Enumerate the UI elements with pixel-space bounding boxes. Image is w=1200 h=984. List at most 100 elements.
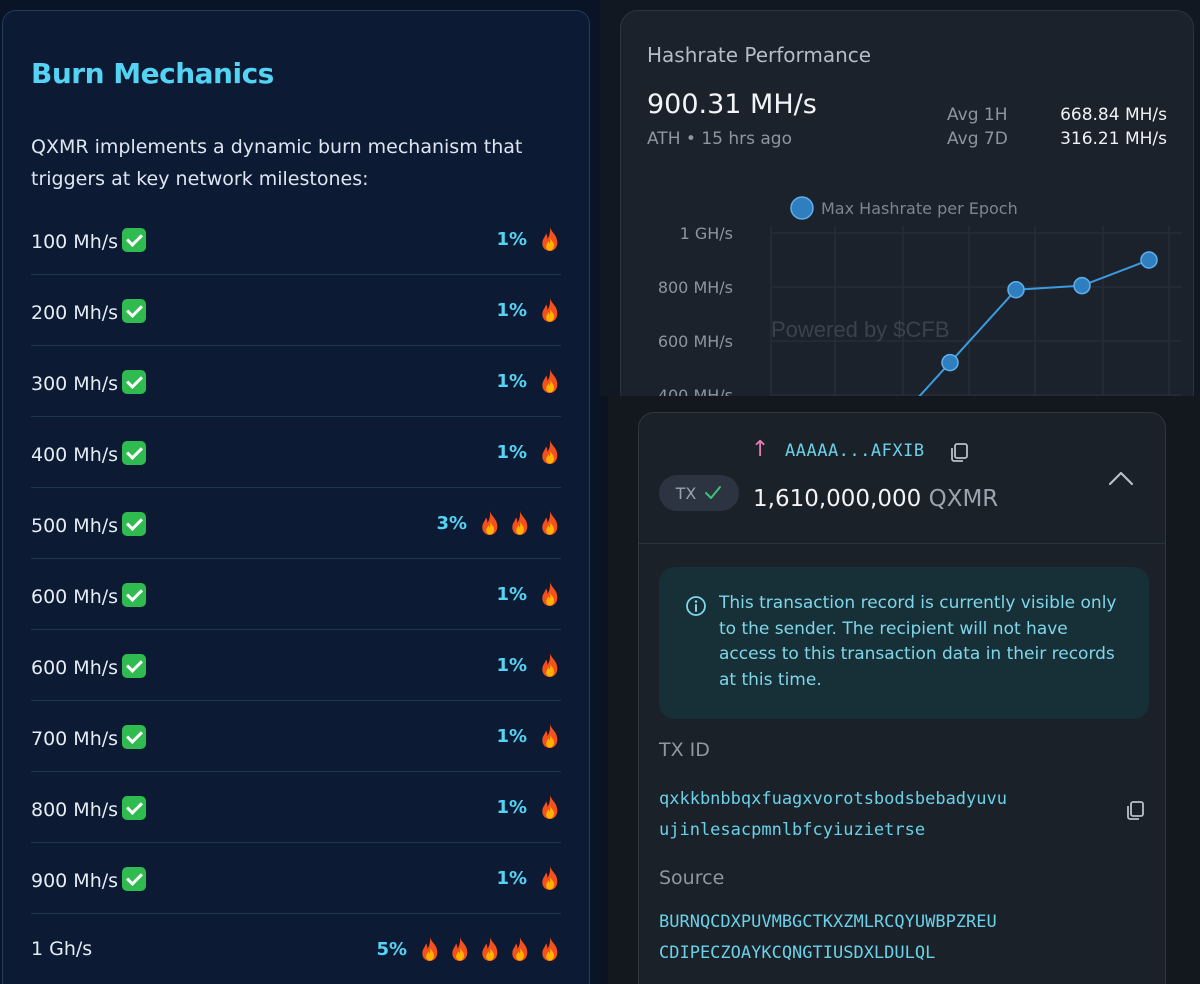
burn-percent: 1% [496,583,527,605]
fire-icon [449,936,471,962]
milestone-burn: 1% [496,226,561,252]
fire-icon [539,226,561,252]
burn-percent: 1% [496,370,527,392]
milestone-threshold: 1 Gh/s [31,938,93,960]
fire-icon [479,510,501,536]
milestone-threshold: 600 Mh/s [31,657,119,679]
fire-icon [539,723,561,749]
milestone-row: 600 Mh/s 1% [31,559,561,630]
burn-percent: 1% [496,654,527,676]
check-mark-icon [122,299,147,323]
fire-icon [539,439,561,465]
check-mark-icon [122,512,147,536]
check-mark-icon [122,583,147,607]
burn-panel: Burn Mechanics QXMR implements a dynamic… [0,0,600,984]
check-mark-icon [122,228,147,252]
fire-icon [509,510,531,536]
check-mark-icon [122,654,147,678]
milestone-threshold: 200 Mh/s [31,302,119,324]
milestone-row: 900 Mh/s 1% [31,843,561,914]
milestone-burn: 1% [496,794,561,820]
milestone-label: 800 Mh/s [31,796,147,821]
burn-percent: 3% [436,512,467,534]
milestone-burn: 1% [496,581,561,607]
milestone-label: 500 Mh/s [31,512,147,537]
burn-percent: 1% [496,299,527,321]
transaction-card[interactable]: TX ↑ AAAAA...AFXIB 1,610,000,000 QXMR Th… [638,412,1166,984]
milestone-threshold: 900 Mh/s [31,870,119,892]
fire-icon [539,794,561,820]
burn-percent: 1% [496,228,527,250]
milestone-row: 600 Mh/s 1% [31,630,561,701]
fire-icon [539,510,561,536]
milestone-row: 300 Mh/s 1% [31,346,561,417]
txid-line-1: qxkkbnbbqxfuagxvorotsbodsbebadyuvu [659,789,1007,809]
txid-line-2: ujinlesacpmnlbfcyiuzietrse [659,820,926,840]
fire-icon [479,936,501,962]
source-line-1: BURNQCDXPUVMBGCTKXZMLRCQYUWBPZREU [659,912,997,932]
fire-icon [539,297,561,323]
visibility-notice: This transaction record is currently vis… [659,567,1149,719]
check-icon [705,486,722,499]
data-point [1007,280,1025,299]
milestone-label: 300 Mh/s [31,370,147,395]
milestone-burn: 1% [496,297,561,323]
check-mark-icon [122,867,147,891]
burn-percent: 1% [496,867,527,889]
tx-amount-value: 1,610,000,000 [753,486,922,512]
fire-icon [539,865,561,891]
burn-description: QXMR implements a dynamic burn mechanism… [31,136,523,190]
tx-address[interactable]: AAAAA...AFXIB [785,441,925,461]
chevron-up-icon[interactable] [1107,469,1135,487]
milestone-label: 700 Mh/s [31,725,147,750]
data-point [1073,276,1091,295]
watermark: Powered by $CFB [771,317,950,342]
notice-text: This transaction record is currently vis… [719,593,1117,690]
tx-amount-unit: QXMR [928,486,999,512]
milestone-burn: 5% [376,936,561,962]
milestone-label: 600 Mh/s [31,583,147,608]
milestone-row: 400 Mh/s 1% [31,417,561,488]
source-value[interactable]: BURNQCDXPUVMBGCTKXZMLRCQYUWBPZREU CDIPEC… [659,907,1129,969]
milestone-burn: 1% [496,652,561,678]
y-tick-label: 600 MH/s [658,332,733,351]
txid-label: TX ID [659,739,710,761]
source-line-2: CDIPECZOAYKCQNGTIUSDXLDULQL [659,943,936,963]
milestone-threshold: 400 Mh/s [31,444,119,466]
milestone-row: 200 Mh/s 1% [31,275,561,346]
milestone-row: 500 Mh/s 3% [31,488,561,559]
check-mark-icon [122,725,147,749]
fire-icon [539,936,561,962]
data-point [1140,251,1158,269]
milestone-label: 600 Mh/s [31,654,147,679]
fire-icon [539,368,561,394]
fire-icon [509,936,531,962]
source-label: Source [659,867,725,889]
milestone-burn: 1% [496,368,561,394]
milestone-burn: 1% [496,723,561,749]
milestone-burn: 1% [496,439,561,465]
hashrate-chart: Powered by $CFB1 GH/s800 MH/s600 MH/s400… [658,196,1181,409]
check-mark-icon [122,370,147,394]
milestone-threshold: 800 Mh/s [31,799,119,821]
milestone-burn: 1% [496,865,561,891]
legend-marker [790,196,814,220]
copy-icon[interactable] [947,441,971,465]
milestone-burn: 3% [436,510,561,536]
burn-percent: 1% [496,796,527,818]
check-mark-icon [122,441,147,465]
milestone-threshold: 300 Mh/s [31,373,119,395]
transaction-panel: TX ↑ AAAAA...AFXIB 1,610,000,000 QXMR Th… [608,396,1200,984]
milestone-label: 200 Mh/s [31,299,147,324]
arrow-up-icon: ↑ [751,437,770,462]
burn-title: Burn Mechanics [31,57,274,90]
burn-percent: 1% [496,441,527,463]
milestone-list: 100 Mh/s 1% 200 Mh/s 1% 300 Mh/s 1% 400 Mh/s 1%… [31,204,561,984]
milestone-label: 1 Gh/s [31,938,92,960]
milestone-threshold: 500 Mh/s [31,515,119,537]
hashrate-panel: Hashrate Performance 900.31 MH/s ATH • 1… [600,0,1200,410]
txid-value[interactable]: qxkkbnbbqxfuagxvorotsbodsbebadyuvu ujinl… [659,784,1129,846]
milestone-label: 900 Mh/s [31,867,147,892]
milestone-label: 400 Mh/s [31,441,147,466]
copy-txid-icon[interactable] [1123,799,1147,823]
